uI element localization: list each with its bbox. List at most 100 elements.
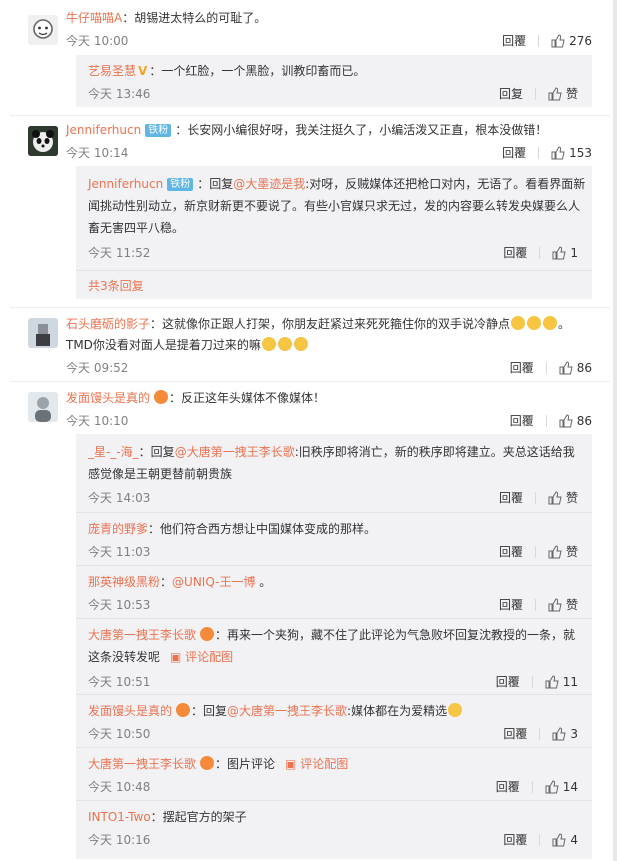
timestamp: 今天 10:53 (88, 598, 151, 612)
reply-item: _星-_-海_：回复@大唐第一拽王李长歌:旧秩序即将消亡，新的秩序即将建立。夹总… (76, 434, 592, 510)
avatar[interactable] (28, 392, 58, 422)
divider (538, 147, 540, 159)
like-button[interactable]: 14 (545, 780, 578, 794)
comment-image-link[interactable]: ▣ 评论配图 (170, 650, 233, 664)
reply-button[interactable]: 回覆 (503, 833, 527, 847)
username-link[interactable]: 牛仔喵喵A (66, 11, 122, 25)
reply-button[interactable]: 回覆 (502, 146, 526, 160)
crying-emoji-icon (277, 337, 292, 351)
reply-button[interactable]: 回覆 (502, 34, 526, 48)
username-link[interactable]: 庞青的野爹 (88, 522, 148, 536)
timestamp: 今天 11:52 (88, 246, 151, 260)
avatar[interactable] (28, 126, 58, 156)
comment-text-line: TMD你没看对面人是提着刀过来的嘛 (66, 335, 602, 355)
timestamp: 今天 09:52 (66, 361, 129, 375)
like-button[interactable]: 赞 (548, 545, 578, 559)
divider (539, 728, 541, 740)
like-button[interactable]: 153 (551, 146, 592, 160)
reply-button[interactable]: 回覆 (503, 727, 527, 741)
comment-body: TMD你没看对面人是提着刀过来的嘛 (66, 338, 261, 352)
timestamp: 今天 10:48 (88, 780, 151, 794)
reply-box: _星-_-海_：回复@大唐第一拽王李长歌:旧秩序即将消亡，新的秩序即将建立。夹总… (76, 434, 592, 859)
like-button[interactable]: 赞 (548, 598, 578, 612)
like-button[interactable]: 赞 (548, 87, 578, 101)
comment-image-label: 评论配图 (300, 757, 349, 771)
more-replies-link[interactable]: 共3条回复 (88, 277, 144, 294)
like-button[interactable]: 3 (552, 727, 578, 741)
username-link[interactable]: 大唐第一拽王李长歌 (88, 757, 196, 771)
username-link[interactable]: 发面馒头是真的 (66, 391, 150, 405)
like-button[interactable]: 4 (552, 833, 578, 847)
divider (534, 492, 536, 504)
avatar[interactable] (28, 15, 58, 45)
username-link[interactable]: Jenniferhucn (88, 177, 163, 191)
mention-link[interactable]: @大墨迹是我 (233, 177, 305, 191)
username-link[interactable]: 大唐第一拽王李长歌 (88, 628, 196, 642)
reply-button[interactable]: 回覆 (496, 780, 520, 794)
separator: ：回复 (138, 445, 175, 459)
separator: ：回复 (191, 704, 228, 718)
like-button[interactable]: 86 (559, 361, 592, 375)
reply-actions: 回覆 1 (503, 244, 578, 261)
reply-text-line: 闻挑动性别动立，新京财新更不要说了。有些小官媒只求无过，发的内容要么转发央媒要么… (88, 199, 581, 213)
comment-image-link[interactable]: ▣ 评论配图 (285, 757, 348, 771)
avatar[interactable] (28, 318, 58, 348)
username-link[interactable]: Jenniferhucn (66, 123, 141, 137)
reply-box: 艺易圣慧 V ：一个红脸，一个黑脸，训教印畜而已。 今天 13:46 回复 赞 (76, 55, 592, 107)
reply-text-line: 畜无害四平八稳。 (88, 221, 185, 235)
comment-list: 牛仔喵喵A：胡锡进太特么的可耻了。 今天 10:00 回覆 276 艺易圣慧 V ：一… (10, 0, 610, 861)
like-count: 153 (569, 146, 592, 160)
reply-text: Jenniferhucn 铁粉 ：回复@大墨迹是我:对呀，反贼媒体还把枪口对内，无语… (88, 174, 585, 194)
timestamp: 今天 10:16 (88, 833, 151, 847)
comment-body: 反正这年头媒体不像媒体！ (181, 391, 326, 405)
reply-button[interactable]: 回覆 (499, 598, 523, 612)
reply-body: 一个红脸，一个黑脸，训教印畜而已。 (161, 64, 366, 78)
mention-link[interactable]: @UNIQ-王一博 (172, 575, 255, 589)
username-link[interactable]: INTO1-Two (88, 810, 151, 824)
comment-item: Jenniferhucn 铁粉 ：长安网小编很好呀，我关注挺久了，小编活泼又正直，根… (10, 116, 610, 308)
separator: ： (175, 123, 188, 137)
mention-link[interactable]: @大唐第一拽王李长歌 (175, 445, 295, 459)
reply-actions: 回覆 11 (496, 673, 578, 690)
like-count: 14 (562, 780, 578, 794)
reply-text: 艺易圣慧 V ：一个红脸，一个黑脸，训教印畜而已。 (88, 61, 582, 81)
reply-button[interactable]: 回覆 (499, 545, 523, 559)
separator: ： (169, 391, 182, 405)
verified-v-icon: V (138, 64, 148, 78)
thumbs-up-icon (551, 146, 565, 160)
username-link[interactable]: 那英神级黑粉 (88, 575, 160, 589)
thumbs-up-icon (548, 491, 562, 505)
reply-button[interactable]: 回覆 (510, 414, 534, 428)
like-button[interactable]: 276 (551, 34, 592, 48)
reply-text: 大唐第一拽王李长歌 ：图片评论 ▣ 评论配图 (88, 754, 582, 774)
reply-button[interactable]: 回覆 (496, 675, 520, 689)
scrollbar[interactable] (613, 0, 617, 861)
reply-actions: 回覆 赞 (499, 489, 578, 506)
comment-actions: 回覆 276 (502, 32, 592, 49)
reply-button[interactable]: 回覆 (510, 361, 534, 375)
fan-crown-icon (200, 627, 215, 641)
separator: ： (122, 11, 135, 25)
like-button[interactable]: 1 (552, 246, 578, 260)
like-button[interactable]: 86 (559, 414, 592, 428)
thumbs-up-icon (545, 780, 559, 794)
divider (534, 599, 536, 611)
reply-item: 发面馒头是真的 ：回复@大唐第一拽王李长歌:媒体都在为爱精选 今天 10:50 回… (76, 694, 592, 747)
like-count: 赞 (565, 87, 578, 101)
username-link[interactable]: 石头磨砺的影子 (66, 317, 150, 331)
reply-body: 。 (255, 575, 272, 589)
like-button[interactable]: 赞 (548, 491, 578, 505)
thumbs-up-icon (548, 87, 562, 101)
reply-button[interactable]: 回复 (499, 87, 523, 101)
like-button[interactable]: 11 (545, 675, 578, 689)
username-link[interactable]: _星-_-海_ (88, 445, 139, 459)
username-link[interactable]: 发面馒头是真的 (88, 704, 172, 718)
reply-body: 这条没转发呢 (88, 650, 161, 664)
reply-button[interactable]: 回覆 (499, 491, 523, 505)
thumbs-up-icon (548, 545, 562, 559)
reply-text: INTO1-Two：摆起官方的架子 (88, 807, 582, 827)
reply-actions: 回覆 3 (503, 725, 578, 742)
username-link[interactable]: 艺易圣慧 (88, 64, 136, 78)
reply-button[interactable]: 回覆 (503, 246, 527, 260)
mention-link[interactable]: @大唐第一拽王李长歌 (227, 704, 347, 718)
